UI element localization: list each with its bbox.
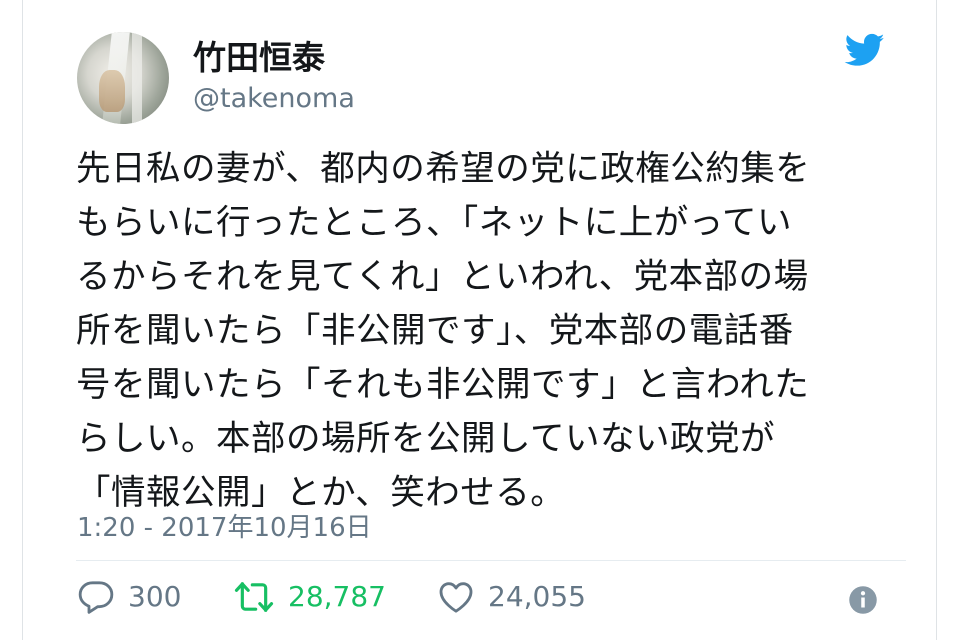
card-border-left	[22, 0, 23, 640]
divider	[76, 560, 906, 561]
tweet-card: 竹田恒泰 @takenoma 先日私の妻が、都内の希望の党に政権公約集を もらい…	[0, 0, 960, 640]
retweet-button[interactable]: 28,787	[232, 576, 386, 618]
user-handle[interactable]: @takenoma	[193, 82, 355, 116]
tweet-timestamp[interactable]: 1:20 - 2017年10月16日	[77, 510, 372, 546]
avatar[interactable]	[77, 32, 169, 124]
heart-icon	[439, 582, 473, 613]
reply-button[interactable]: 300	[76, 576, 181, 618]
like-button[interactable]: 24,055	[436, 576, 586, 618]
display-name[interactable]: 竹田恒泰	[193, 38, 325, 78]
reply-bubble-icon	[78, 581, 114, 614]
like-count: 24,055	[488, 580, 586, 613]
card-border-right	[936, 0, 937, 640]
twitter-bird-icon[interactable]	[842, 30, 888, 70]
retweet-count: 28,787	[288, 580, 386, 613]
retweet-icon	[234, 582, 274, 612]
reply-count: 300	[128, 580, 182, 613]
tweet-text: 先日私の妻が、都内の希望の党に政権公約集を もらいに行ったところ、「ネットに上が…	[76, 149, 811, 513]
info-icon[interactable]	[848, 585, 878, 615]
